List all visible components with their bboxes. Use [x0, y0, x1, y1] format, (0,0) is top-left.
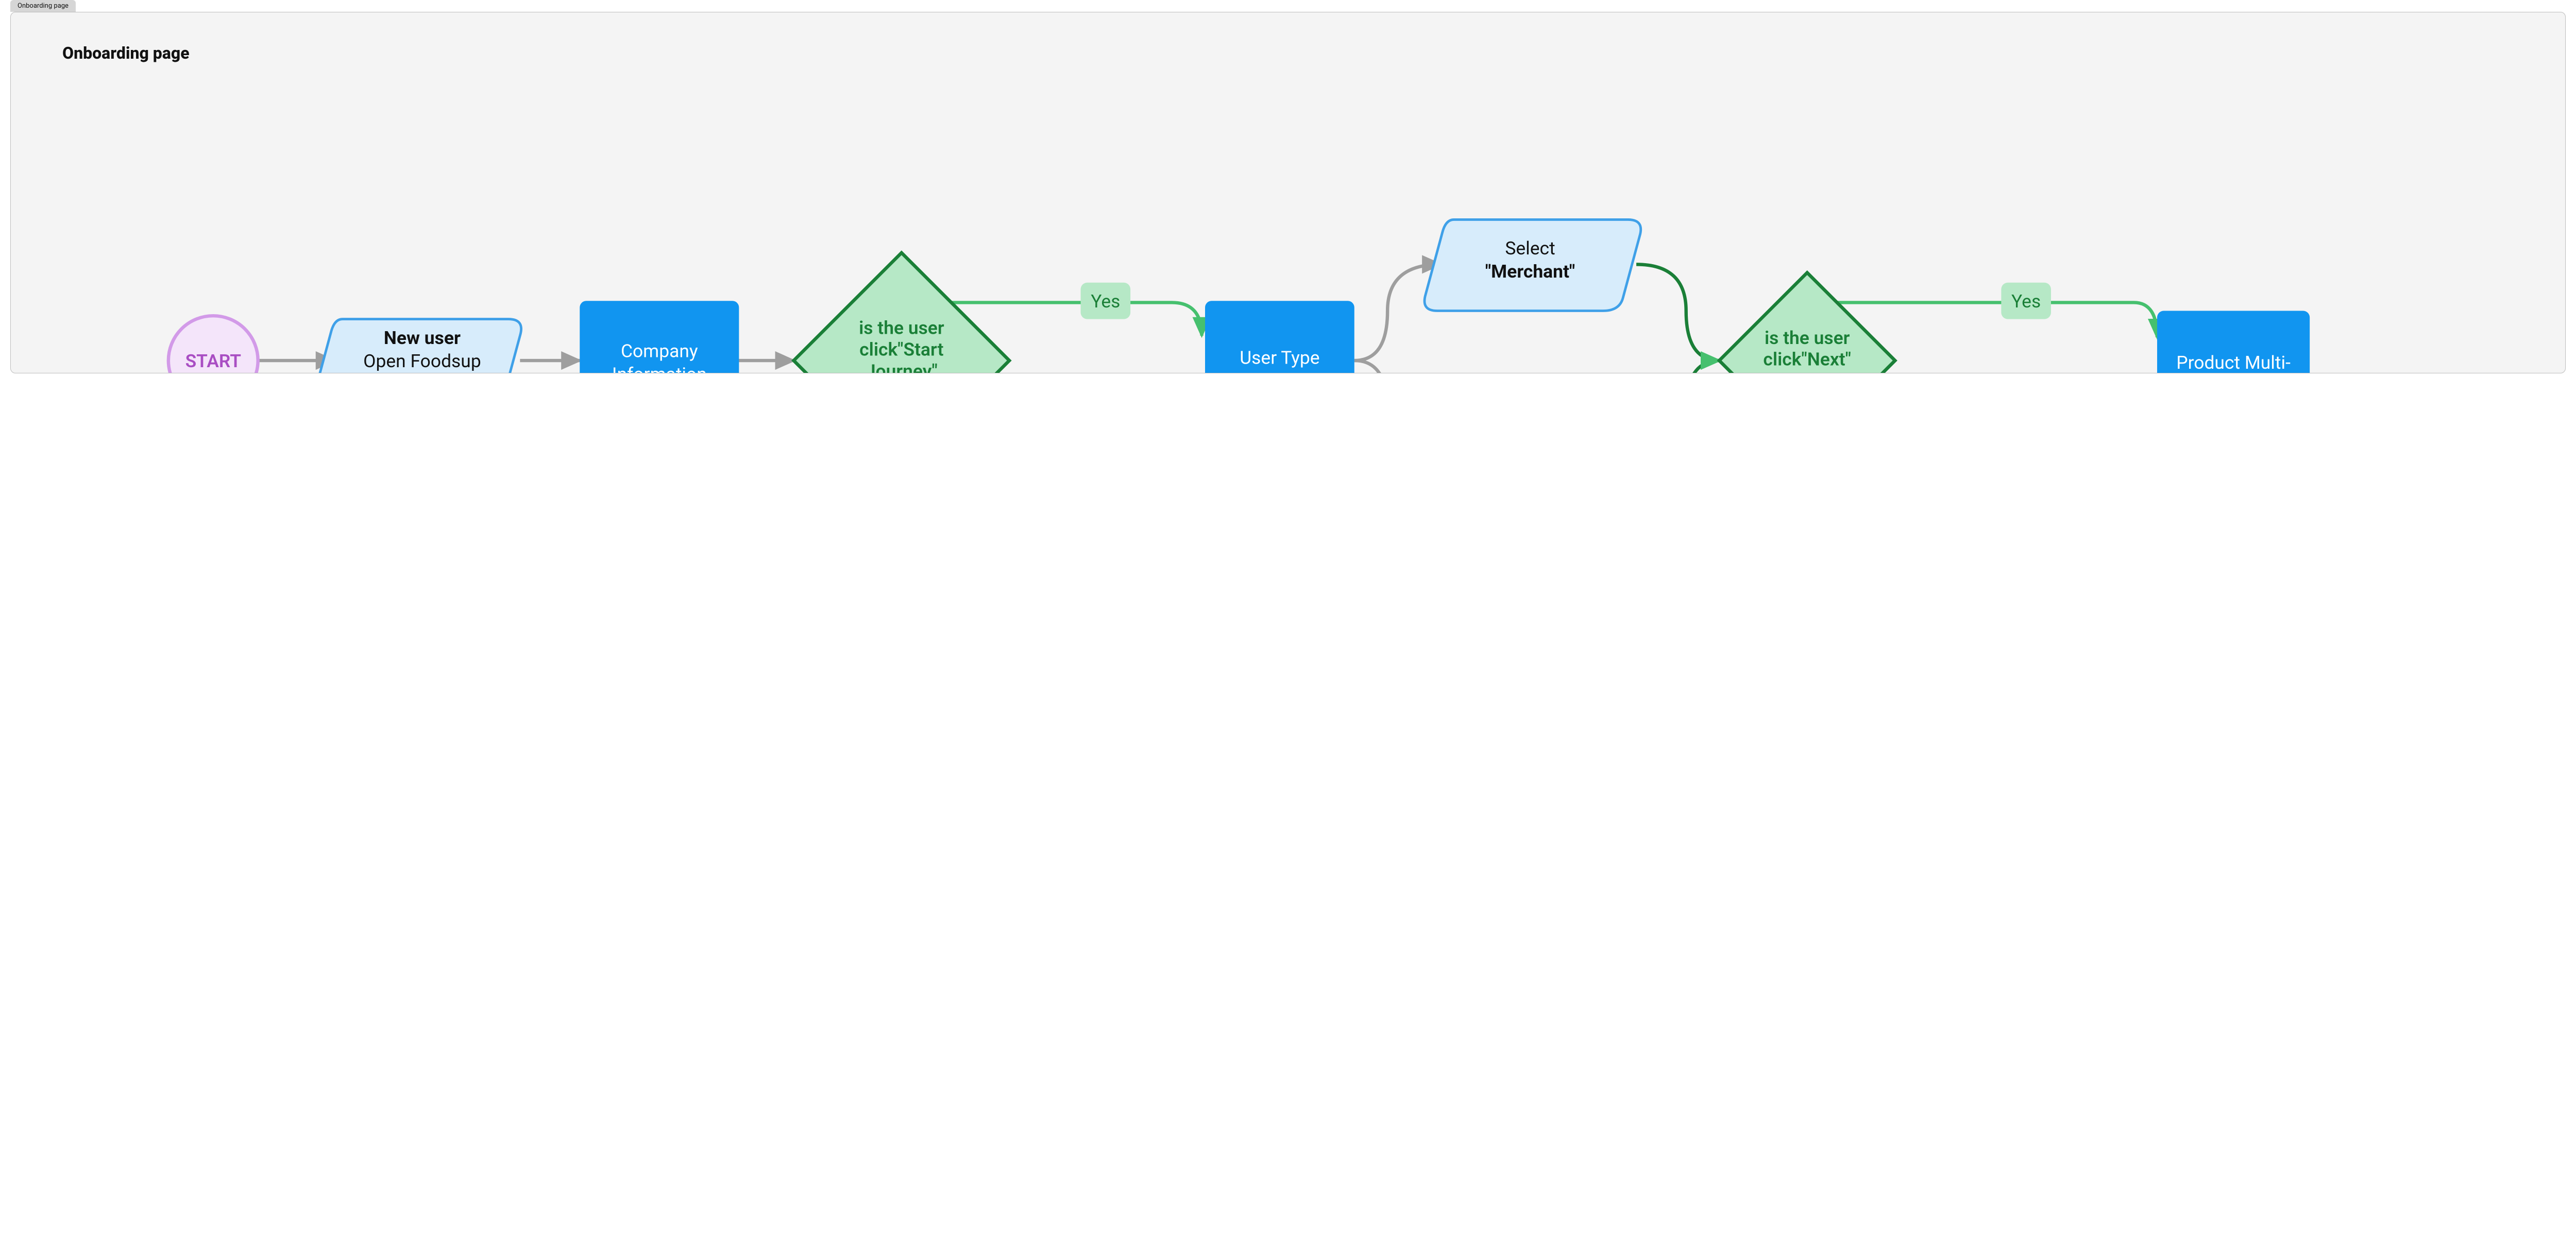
edge-utype-merchant [1354, 264, 1440, 360]
node-company-l2: Information [612, 364, 707, 373]
svg-text:Selection: Selection [1242, 370, 1317, 373]
tab-onboarding[interactable]: Onboarding page [10, 0, 76, 12]
svg-text:button: button [1781, 370, 1834, 373]
node-new-user-title: New user [384, 327, 461, 349]
node-start-label: START [185, 350, 242, 372]
svg-text:Yes: Yes [2011, 290, 2041, 312]
node-company-l1: Company [621, 340, 698, 362]
edge-merchant-d2 [1636, 264, 1719, 360]
svg-text:User Type: User Type [1240, 347, 1319, 369]
node-company-info [580, 301, 739, 373]
node-new-user-sub2: Mobile app [377, 372, 467, 373]
edge-private-d2 [1636, 360, 1719, 373]
svg-text:Yes: Yes [1091, 290, 1120, 312]
svg-text:click"Start: click"Start [859, 338, 943, 360]
svg-text:Product Multi-: Product Multi- [2176, 352, 2291, 373]
svg-text:Select: Select [1505, 237, 1555, 259]
edge-utype-private [1354, 360, 1440, 373]
svg-text:Journey": Journey" [866, 360, 938, 373]
diagram-frame: Onboarding page [10, 12, 2566, 373]
svg-text:is the user: is the user [1765, 327, 1850, 349]
flowchart-svg: START New user Open Foodsup Mobile app C… [11, 12, 2565, 373]
svg-text:click"Next": click"Next" [1763, 349, 1851, 370]
svg-text:is the user: is the user [859, 317, 944, 339]
svg-text:"Merchant": "Merchant" [1485, 261, 1575, 282]
node-new-user-sub1: Open Foodsup [363, 350, 481, 372]
